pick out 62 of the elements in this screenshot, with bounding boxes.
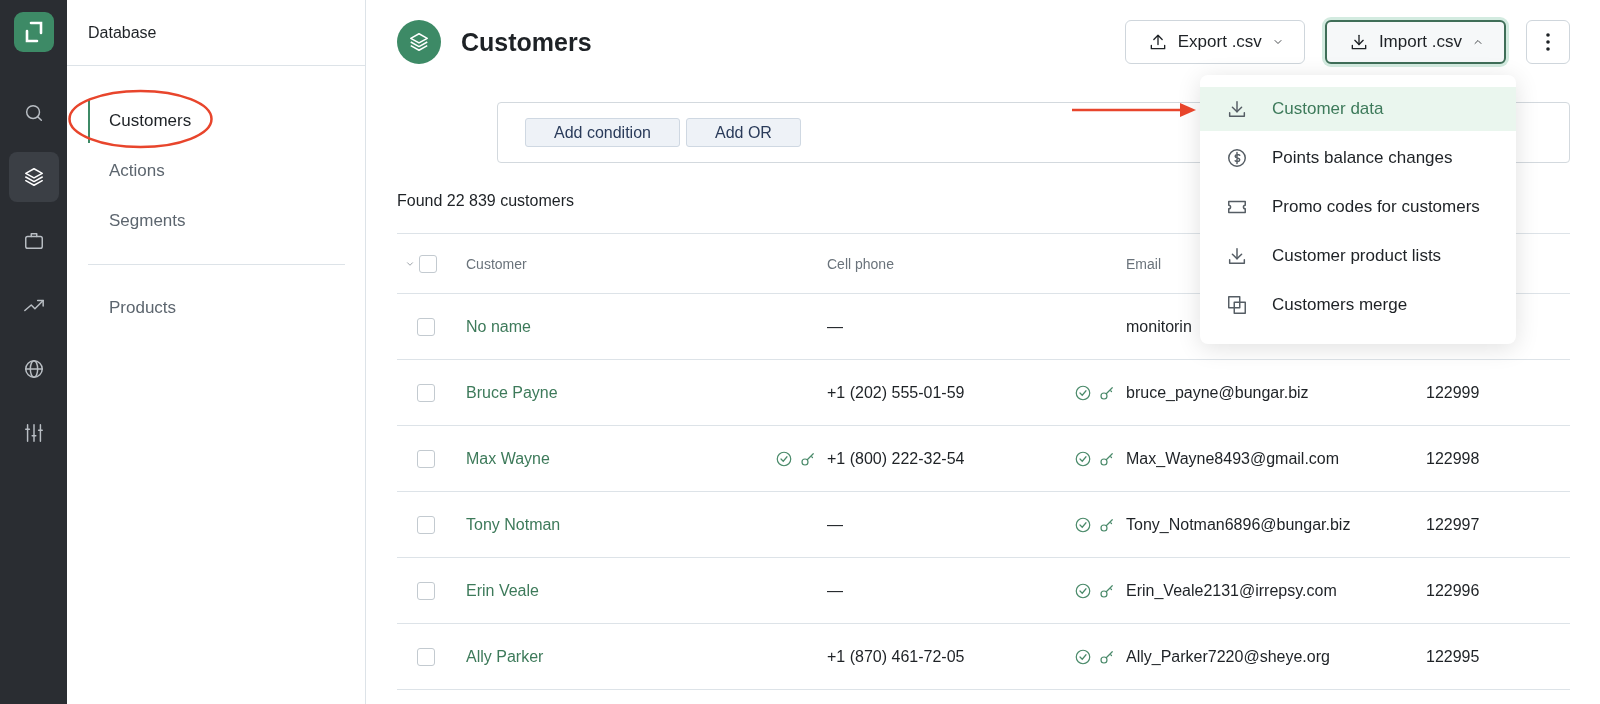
customer-link[interactable]: Max Wayne — [466, 449, 550, 468]
id-cell: 122997 — [1426, 515, 1480, 534]
merge-icon — [1226, 294, 1248, 316]
menu-item[interactable]: Customers merge — [1200, 283, 1516, 327]
email-cell: Tony_Notman6896@bungar.biz — [1126, 515, 1351, 534]
customer-link[interactable]: Erin Veale — [466, 581, 539, 600]
menu-item[interactable]: Promo codes for customers — [1200, 185, 1516, 229]
select-all-checkbox[interactable] — [419, 254, 437, 273]
page-title: Customers — [461, 27, 593, 57]
email-cell: Max_Wayne8493@gmail.com — [1126, 449, 1340, 468]
more-icon — [1546, 33, 1550, 51]
row-checkbox[interactable] — [417, 383, 435, 402]
phone-cell: — — [827, 515, 843, 534]
filter-button[interactable]: Add condition — [525, 118, 680, 147]
sidebar-item[interactable]: Segments — [88, 196, 345, 246]
download-icon — [1226, 98, 1248, 120]
row-checkbox[interactable] — [417, 449, 435, 468]
globe-icon — [22, 358, 45, 380]
nav-button[interactable] — [8, 152, 59, 202]
export-button[interactable]: Export .csv — [1124, 20, 1305, 64]
id-cell: 122996 — [1426, 581, 1480, 600]
download-icon — [1226, 245, 1248, 267]
phone-cell: +1 (202) 555-01-59 — [827, 383, 965, 402]
column-header: Email — [1126, 255, 1161, 272]
filter-button[interactable]: Add OR — [685, 118, 801, 147]
layers-icon — [22, 166, 45, 188]
row-checkbox[interactable] — [417, 647, 435, 666]
column-header: Cell phone — [827, 255, 894, 272]
menu-item[interactable]: Customer data — [1200, 87, 1516, 131]
phone-cell: +1 (870) 461-72-05 — [827, 647, 965, 666]
sliders-icon — [22, 422, 45, 444]
sidebar-item[interactable]: Actions — [88, 146, 345, 196]
sidebar-item[interactable]: Products — [88, 283, 345, 333]
row-checkbox[interactable] — [417, 317, 435, 336]
app-logo[interactable] — [13, 12, 54, 52]
phone-cell: — — [827, 317, 843, 336]
import-button[interactable]: Import .csv — [1324, 20, 1506, 64]
email-cell: bruce_payne@bungar.biz — [1126, 383, 1309, 402]
customer-link[interactable]: Bruce Payne — [466, 383, 558, 402]
results-count: Found 22 839 customers — [397, 192, 574, 211]
briefcase-icon — [22, 230, 45, 252]
sidebar-item[interactable]: Customers — [88, 99, 345, 143]
customer-link[interactable]: Tony Notman — [466, 515, 561, 534]
phone-cell: — — [827, 581, 843, 600]
more-button[interactable] — [1526, 20, 1570, 64]
phone-cell: +1 (800) 222-32-54 — [827, 449, 965, 468]
coin-icon — [1226, 147, 1248, 169]
sidebar-title: Database — [67, 0, 365, 66]
id-cell: 122995 — [1426, 647, 1480, 666]
customer-link[interactable]: No name — [466, 317, 531, 336]
email-cell: Erin_Veale2131@irrepsy.com — [1126, 581, 1337, 600]
column-header: Customer — [466, 255, 527, 272]
row-checkbox[interactable] — [417, 515, 435, 534]
id-cell: 122998 — [1426, 449, 1480, 468]
row-checkbox[interactable] — [417, 581, 435, 600]
email-cell: Ally_Parker7220@sheye.org — [1126, 647, 1330, 666]
layers-icon — [397, 20, 441, 64]
email-cell: monitorin — [1126, 317, 1192, 336]
customer-link[interactable]: Ally Parker — [466, 647, 544, 666]
menu-item[interactable]: Customer product lists — [1200, 234, 1516, 278]
id-cell: 122999 — [1426, 383, 1480, 402]
menu-item[interactable]: Points balance changes — [1200, 136, 1516, 180]
